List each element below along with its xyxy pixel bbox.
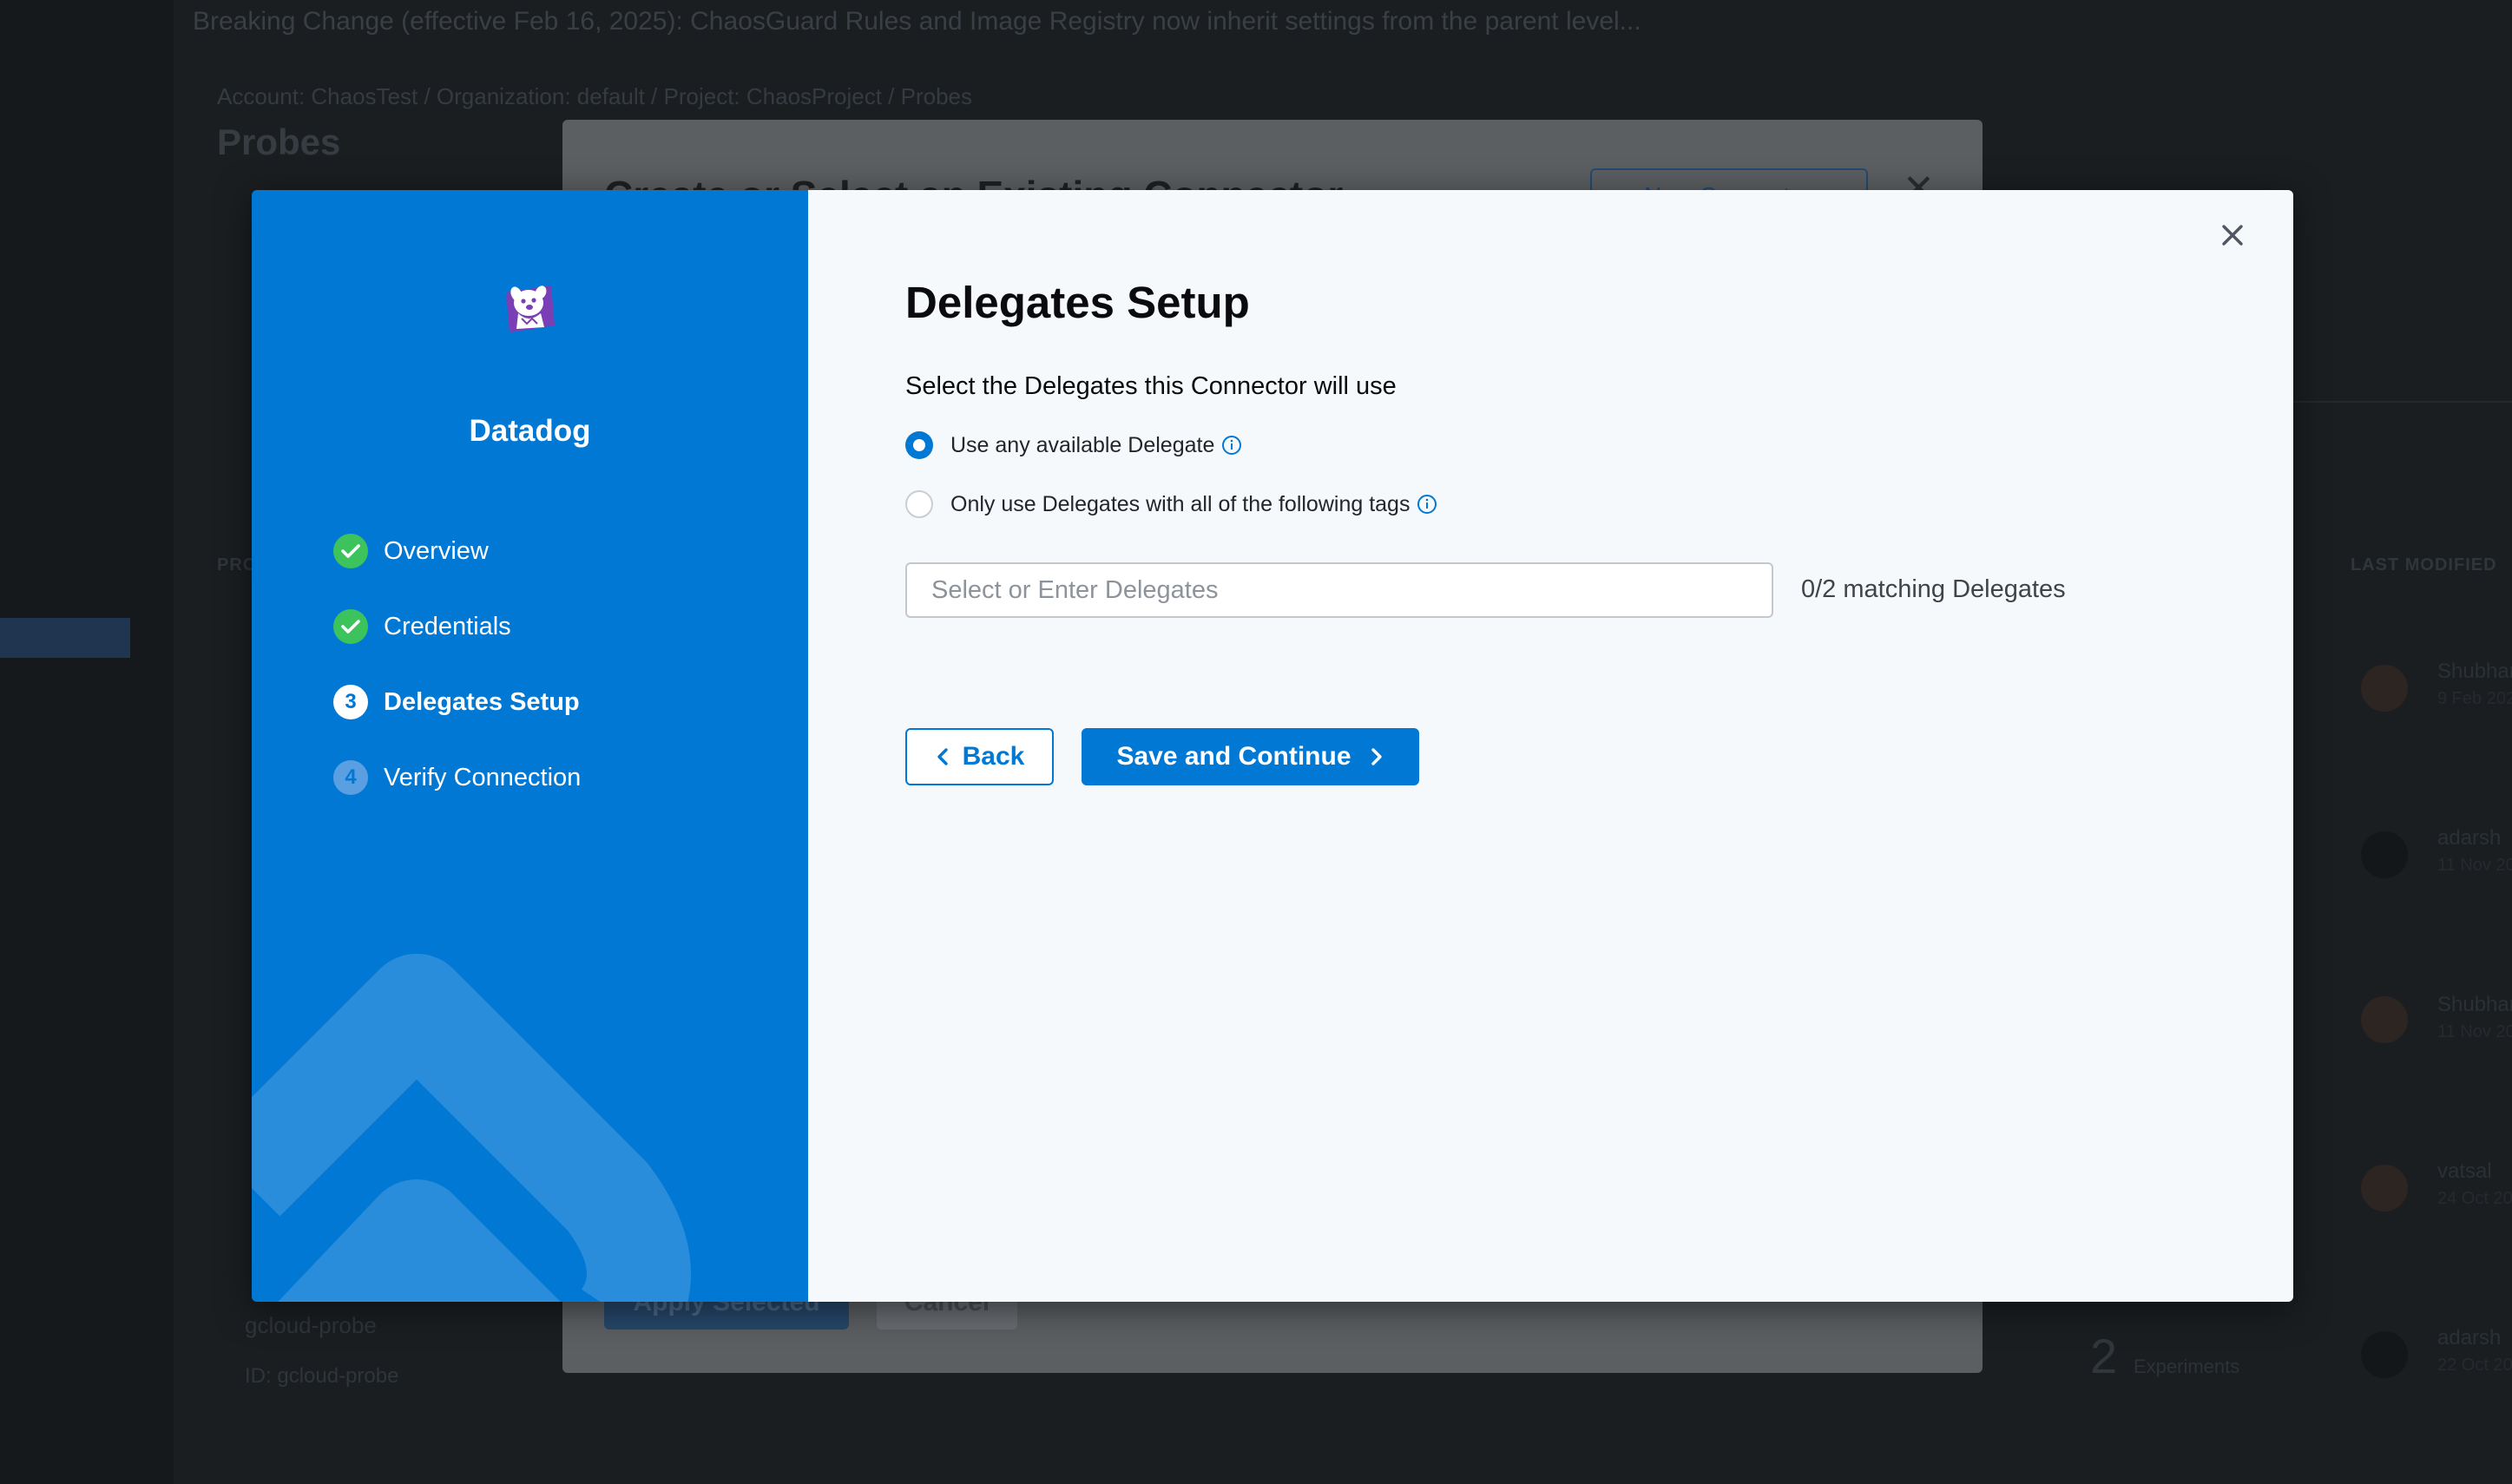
decorative-harness-shape xyxy=(252,954,691,1302)
info-icon[interactable] xyxy=(1417,494,1437,515)
back-button[interactable]: Back xyxy=(905,728,1054,785)
chevron-right-icon xyxy=(1371,748,1382,765)
check-icon xyxy=(333,609,368,644)
background-avatar xyxy=(2361,996,2408,1043)
background-nav-highlight xyxy=(0,618,130,658)
radio-label: Only use Delegates with all of the follo… xyxy=(950,491,1411,516)
wizard-steps: Overview Credentials 3 Delegates Setup 4… xyxy=(333,534,581,836)
background-page-title: Probes xyxy=(217,121,341,162)
wizard-sidebar: Datadog Overview Credentials 3 Delegates… xyxy=(252,190,808,1302)
chevron-left-icon xyxy=(937,748,948,765)
background-avatar xyxy=(2361,831,2408,878)
info-icon[interactable] xyxy=(1221,435,1242,456)
save-and-continue-button[interactable]: Save and Continue xyxy=(1082,728,1419,785)
step-number-badge: 4 xyxy=(333,760,368,795)
close-button[interactable] xyxy=(2212,214,2253,256)
background-avatar xyxy=(2361,1165,2408,1211)
step-overview[interactable]: Overview xyxy=(333,534,581,568)
step-number-badge: 3 xyxy=(333,685,368,719)
delegates-input[interactable] xyxy=(905,562,1773,618)
radio-button-unchecked[interactable] xyxy=(905,490,933,518)
datadog-logo-icon xyxy=(506,286,555,332)
matching-delegates-count: 0/2 matching Delegates xyxy=(1801,575,2066,603)
page-title: Delegates Setup xyxy=(905,278,1250,327)
step-delegates-setup[interactable]: 3 Delegates Setup xyxy=(333,685,581,719)
background-experiments-label: Experiments xyxy=(2134,1356,2240,1377)
wizard-content: Delegates Setup Select the Delegates thi… xyxy=(808,190,2293,1302)
radio-any-delegate[interactable]: Use any available Delegate xyxy=(905,431,1242,459)
delegates-subtitle: Select the Delegates this Connector will… xyxy=(905,372,1397,400)
radio-label: Use any available Delegate xyxy=(950,432,1215,457)
background-avatar xyxy=(2361,665,2408,712)
step-label: Verify Connection xyxy=(384,763,582,791)
back-button-label: Back xyxy=(962,742,1025,771)
check-icon xyxy=(333,534,368,568)
background-user: Shubham11 Nov 2024 xyxy=(2437,993,2512,1041)
step-label: Delegates Setup xyxy=(384,687,580,716)
background-user: Shubham9 Feb 2025 xyxy=(2437,660,2512,708)
background-user: adarsh22 Oct 2024 xyxy=(2437,1326,2512,1375)
background-experiments-count: 2 xyxy=(2090,1329,2118,1383)
background-probe-id: ID: gcloud-probe xyxy=(245,1364,399,1388)
background-avatar xyxy=(2361,1331,2408,1378)
background-col-last-modified: LAST MODIFIED xyxy=(2351,555,2497,575)
background-banner: Breaking Change (effective Feb 16, 2025)… xyxy=(193,7,1641,36)
background-breadcrumb: Account: ChaosTest / Organization: defau… xyxy=(217,83,972,109)
save-button-label: Save and Continue xyxy=(1116,742,1351,771)
connector-wizard-modal: Datadog Overview Credentials 3 Delegates… xyxy=(252,190,2293,1302)
background-probe-name: gcloud-probe xyxy=(245,1312,377,1338)
background-sidebar xyxy=(0,0,174,1484)
radio-tagged-delegates[interactable]: Only use Delegates with all of the follo… xyxy=(905,490,1437,518)
background-user: adarsh11 Nov 2024 xyxy=(2437,826,2512,875)
step-credentials[interactable]: Credentials xyxy=(333,609,581,644)
background-user: vatsal24 Oct 2024 xyxy=(2437,1159,2512,1208)
connector-name: Datadog xyxy=(469,414,591,448)
close-icon xyxy=(2222,225,2243,246)
radio-button-checked[interactable] xyxy=(905,431,933,459)
step-label: Overview xyxy=(384,536,489,565)
step-verify-connection: 4 Verify Connection xyxy=(333,760,581,795)
step-label: Credentials xyxy=(384,612,511,640)
